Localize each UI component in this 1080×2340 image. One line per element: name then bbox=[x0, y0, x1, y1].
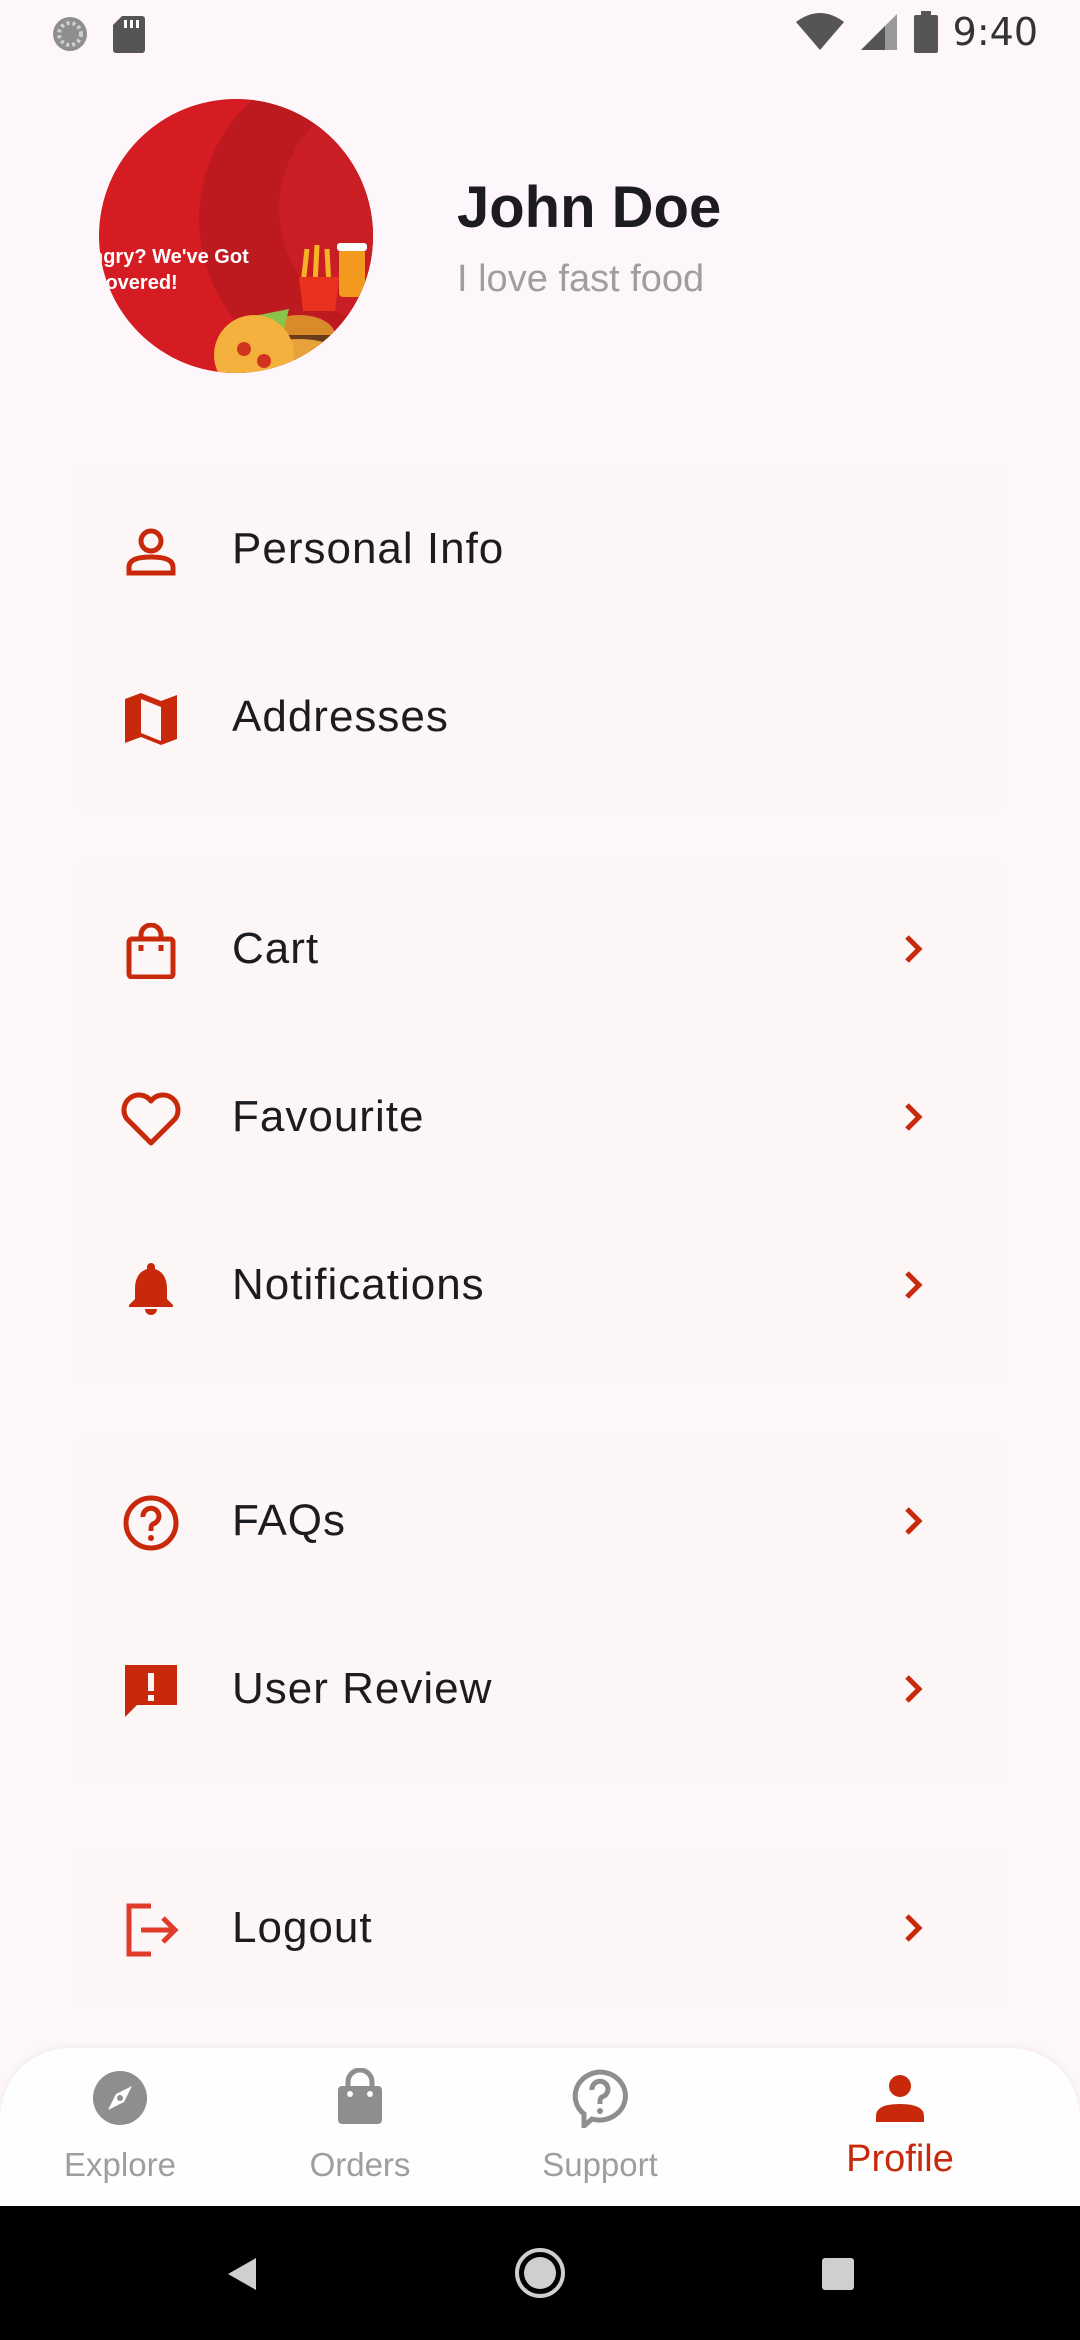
activity-card: Cart Favourite Notifications bbox=[75, 862, 1005, 1382]
shopping-bag-icon bbox=[119, 919, 183, 983]
chevron-right-icon bbox=[905, 1675, 923, 1703]
food-illustration bbox=[199, 99, 373, 373]
menu-item-label: FAQs bbox=[232, 1496, 347, 1545]
menu-item-label: Cart bbox=[232, 924, 320, 973]
signal-icon bbox=[860, 14, 897, 50]
logout-icon bbox=[119, 1898, 183, 1962]
map-icon bbox=[119, 687, 183, 751]
nav-orders[interactable]: Orders bbox=[260, 2048, 460, 2206]
chevron-right-icon bbox=[905, 935, 923, 963]
menu-item-label: Logout bbox=[232, 1903, 373, 1952]
menu-item-label: Notifications bbox=[232, 1260, 485, 1309]
status-bar: 9:40 bbox=[0, 0, 1080, 66]
user-name: John Doe bbox=[457, 175, 722, 240]
nav-explore[interactable]: Explore bbox=[20, 2048, 220, 2206]
nav-label: Orders bbox=[309, 2146, 411, 2183]
chevron-right-icon bbox=[905, 1271, 923, 1299]
menu-item-addresses[interactable]: Addresses bbox=[75, 640, 1005, 794]
sd-card-icon bbox=[113, 16, 145, 53]
help-card: FAQs User Review bbox=[75, 1437, 1005, 1782]
chevron-right-icon bbox=[905, 1507, 923, 1535]
menu-item-cart[interactable]: Cart bbox=[75, 872, 1005, 1026]
nav-label: Explore bbox=[64, 2146, 176, 2183]
nav-support[interactable]: Support bbox=[500, 2048, 700, 2206]
bottom-navigation: Explore Orders Support Profile bbox=[0, 2048, 1080, 2206]
battery-icon bbox=[913, 11, 938, 53]
person-icon bbox=[876, 2075, 924, 2122]
menu-item-user-review[interactable]: User Review bbox=[75, 1612, 1005, 1766]
bell-icon bbox=[119, 1255, 183, 1319]
menu-item-label: Addresses bbox=[232, 692, 449, 741]
chevron-right-icon bbox=[905, 1914, 923, 1942]
nav-label: Support bbox=[542, 2146, 658, 2183]
menu-item-personal-info[interactable]: Personal Info bbox=[75, 472, 1005, 626]
help-circle-icon bbox=[119, 1491, 183, 1555]
menu-item-faqs[interactable]: FAQs bbox=[75, 1444, 1005, 1598]
menu-item-favourite[interactable]: Favourite bbox=[75, 1040, 1005, 1194]
sync-icon bbox=[53, 17, 87, 51]
feedback-icon bbox=[119, 1659, 183, 1723]
shopping-bag-icon bbox=[338, 2068, 382, 2124]
menu-item-label: User Review bbox=[232, 1664, 493, 1713]
menu-item-label: Personal Info bbox=[232, 524, 505, 573]
nav-profile[interactable]: Profile bbox=[800, 2048, 1000, 2206]
menu-item-label: Favourite bbox=[232, 1092, 425, 1141]
menu-item-notifications[interactable]: Notifications bbox=[75, 1208, 1005, 1362]
system-navigation-bar bbox=[0, 2206, 1080, 2340]
user-tagline: I love fast food bbox=[457, 258, 705, 300]
support-icon bbox=[572, 2069, 628, 2128]
nav-label: Profile bbox=[846, 2138, 954, 2180]
logout-card: Logout bbox=[75, 1851, 1005, 2005]
wifi-icon bbox=[795, 13, 844, 50]
back-icon[interactable] bbox=[222, 2254, 262, 2294]
home-icon[interactable] bbox=[513, 2246, 567, 2300]
compass-icon bbox=[93, 2071, 147, 2125]
menu-item-logout[interactable]: Logout bbox=[75, 1851, 1005, 2005]
status-time: 9:40 bbox=[952, 10, 1038, 54]
person-icon bbox=[119, 519, 183, 583]
avatar[interactable]: ngry? We've Got Covered! bbox=[99, 99, 373, 373]
avatar-caption: ngry? We've Got Covered! bbox=[99, 246, 249, 294]
chevron-right-icon bbox=[905, 1103, 923, 1131]
account-card: Personal Info Addresses bbox=[75, 465, 1005, 810]
heart-icon bbox=[119, 1087, 183, 1151]
recents-icon[interactable] bbox=[820, 2256, 856, 2292]
